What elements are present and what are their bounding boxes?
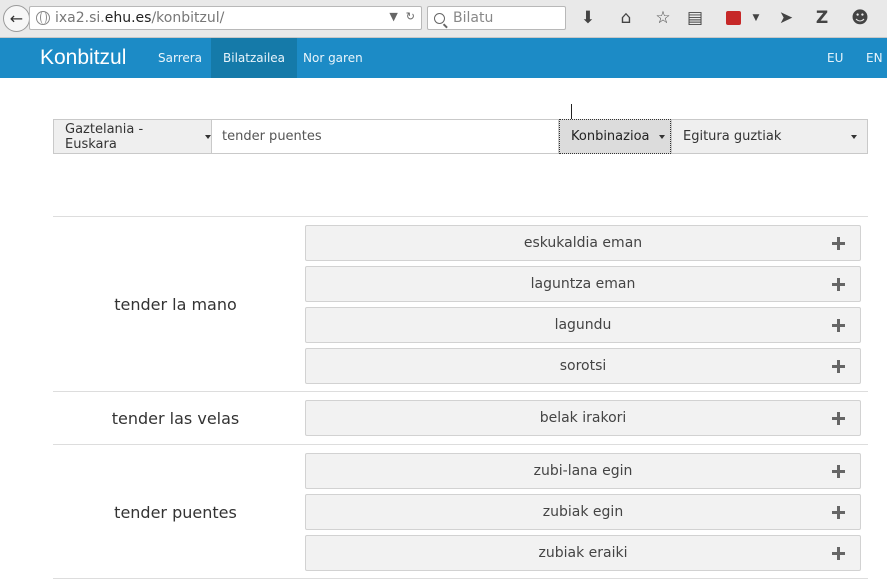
browser-search-input[interactable]: Bilatu xyxy=(427,6,566,30)
smiley-icon[interactable]: ☻ xyxy=(850,8,870,28)
lang-eu-link[interactable]: EU xyxy=(815,38,855,78)
send-icon[interactable]: ➤ xyxy=(776,8,796,28)
translation-button[interactable]: belak irakori xyxy=(305,400,861,436)
home-icon[interactable]: ⌂ xyxy=(616,8,636,28)
term-label: tender puentes xyxy=(114,503,237,522)
divider xyxy=(53,444,868,445)
translation-button[interactable]: zubiak egin xyxy=(305,494,861,530)
term-label: tender las velas xyxy=(111,409,240,428)
clipboard-icon[interactable]: ▤ xyxy=(685,8,705,28)
translation-button[interactable]: lagundu xyxy=(305,307,861,343)
divider xyxy=(53,391,868,392)
translation-button[interactable]: eskukaldia eman xyxy=(305,225,861,261)
structure-select[interactable]: Egitura guztiak xyxy=(671,119,868,154)
caret-down-icon xyxy=(205,134,211,139)
language-pair-select[interactable]: Gaztelania - Euskara xyxy=(53,119,212,154)
plus-icon[interactable] xyxy=(832,360,845,373)
plus-icon[interactable] xyxy=(832,237,845,250)
search-icon xyxy=(434,12,445,24)
search-placeholder: Bilatu xyxy=(453,10,494,26)
plus-icon[interactable] xyxy=(832,465,845,478)
translation-button[interactable]: sorotsi xyxy=(305,348,861,384)
divider xyxy=(53,216,868,217)
url-text: ixa2.si.ehu.es/konbitzul/ xyxy=(55,10,225,26)
z-icon[interactable]: Z xyxy=(812,8,832,28)
caret-down-icon xyxy=(851,135,857,139)
divider xyxy=(53,578,868,579)
plus-icon[interactable] xyxy=(832,319,845,332)
combination-button[interactable]: Konbinazioa xyxy=(559,119,671,154)
plus-icon[interactable] xyxy=(832,278,845,291)
translation-button[interactable]: zubi-lana egin xyxy=(305,453,861,489)
query-input[interactable] xyxy=(212,119,559,154)
download-icon[interactable]: ⬇ xyxy=(578,8,598,28)
url-bar[interactable]: ixa2.si.ehu.es/konbitzul/ ▼ ↻ xyxy=(29,6,422,30)
plus-icon[interactable] xyxy=(832,412,845,425)
term-label: tender la mano xyxy=(114,295,237,314)
star-icon[interactable]: ☆ xyxy=(653,8,673,28)
translation-button[interactable]: zubiak eraiki xyxy=(305,535,861,571)
globe-icon xyxy=(36,11,50,25)
dropdown-arrow-icon[interactable]: ▼ xyxy=(389,10,397,23)
plus-icon[interactable] xyxy=(832,547,845,560)
chevron-down-icon[interactable]: ▼ xyxy=(746,8,766,28)
site-navbar: Konbitzul Sarrera Bilatzailea Nor garen … xyxy=(0,38,887,78)
nav-item-nor-garen[interactable]: Nor garen xyxy=(291,38,375,78)
translation-button[interactable]: laguntza eman xyxy=(305,266,861,302)
reload-icon[interactable]: ↻ xyxy=(406,10,415,23)
extension-icon[interactable] xyxy=(723,8,743,28)
nav-item-bilatzailea[interactable]: Bilatzailea xyxy=(211,38,298,78)
brand-logo[interactable]: Konbitzul xyxy=(40,46,126,70)
lang-en-link[interactable]: EN xyxy=(854,38,887,78)
caret-down-icon xyxy=(658,134,665,139)
search-form: Gaztelania - Euskara Konbinazioa Egitura… xyxy=(53,119,868,154)
browser-toolbar: ← ixa2.si.ehu.es/konbitzul/ ▼ ↻ Bilatu ⬇… xyxy=(0,0,887,38)
back-arrow-icon[interactable]: ← xyxy=(3,5,30,32)
nav-item-sarrera[interactable]: Sarrera xyxy=(146,38,214,78)
plus-icon[interactable] xyxy=(832,506,845,519)
